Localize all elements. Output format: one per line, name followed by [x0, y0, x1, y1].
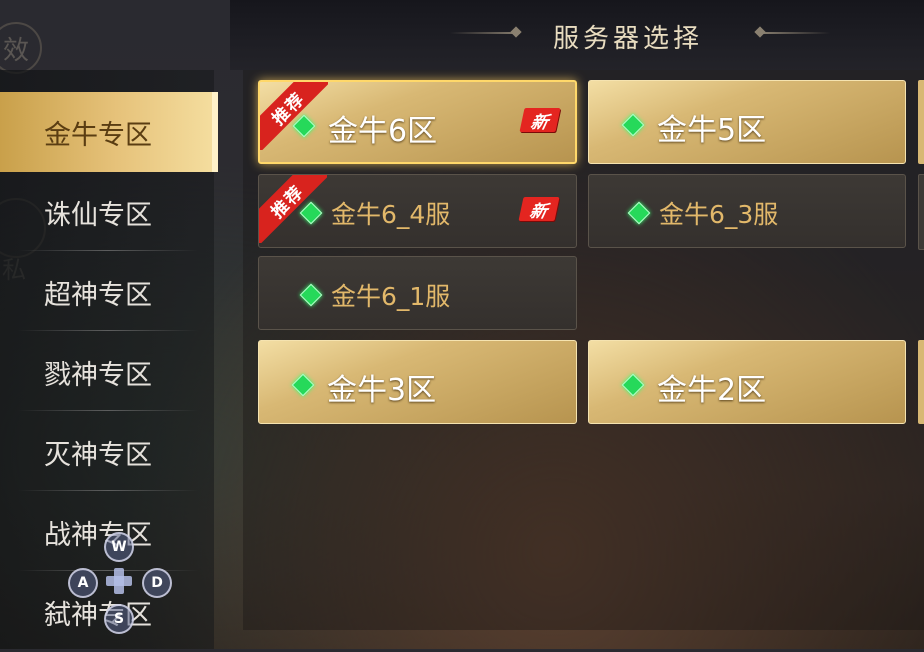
recommend-ribbon-label: 推荐: [260, 82, 328, 150]
sidebar-divider: [18, 250, 198, 251]
sidebar-item-mieshen[interactable]: 灭神专区: [0, 412, 212, 492]
page-title: 服务器选择: [553, 24, 704, 54]
status-online-icon: [299, 283, 323, 307]
sidebar-item-label: 戮神专区: [44, 359, 152, 391]
title-decoration-right: [760, 32, 830, 34]
sidebar-item-zhuxian[interactable]: 诛仙专区: [0, 172, 212, 252]
status-online-icon: [291, 373, 315, 397]
server-button[interactable]: 金牛3区: [258, 340, 577, 424]
server-button[interactable]: 金牛6区 新 推荐: [258, 80, 577, 164]
sidebar-item-lushen[interactable]: 戮神专区: [0, 332, 212, 412]
sidebar-item-label: 战神专区: [44, 519, 152, 551]
sidebar-item-label: 灭神专区: [44, 439, 152, 471]
server-name: 金牛3区: [327, 373, 437, 408]
recommend-ribbon: 推荐: [259, 175, 327, 243]
server-name: 金牛6_1服: [331, 282, 451, 311]
sidebar-item-label: 诛仙专区: [44, 199, 152, 231]
new-badge: 新: [518, 197, 560, 222]
server-button[interactable]: 金牛6_4服 新 推荐: [258, 174, 577, 248]
server-button[interactable]: 金牛6_3服: [588, 174, 906, 248]
server-button[interactable]: 金牛6_1服: [258, 256, 577, 330]
joystick-left-key[interactable]: A: [68, 568, 98, 598]
recommend-ribbon-label: 推荐: [259, 175, 327, 243]
status-online-icon: [627, 201, 651, 225]
status-online-icon: [621, 113, 645, 137]
joystick-right-key[interactable]: D: [142, 568, 172, 598]
server-button-partial[interactable]: [918, 174, 924, 250]
sidebar-divider: [18, 490, 198, 491]
corner-badge: 效: [0, 22, 42, 74]
sidebar-item-zhanshen[interactable]: 战神专区: [0, 492, 212, 572]
sidebar-item-label: 超神专区: [44, 279, 152, 311]
server-name: 金牛2区: [657, 373, 767, 408]
joystick-up-key[interactable]: W: [104, 532, 134, 562]
server-name: 金牛6_4服: [331, 200, 451, 229]
server-button[interactable]: 金牛2区: [588, 340, 906, 424]
server-button-partial[interactable]: [918, 80, 924, 164]
sidebar-divider: [18, 410, 198, 411]
sidebar-divider: [18, 330, 198, 331]
sidebar-item-label: 金牛专区: [44, 119, 152, 151]
server-button-partial[interactable]: [918, 340, 924, 424]
sidebar-item-jinniu[interactable]: 金牛专区: [0, 92, 218, 172]
server-button[interactable]: 金牛5区: [588, 80, 906, 164]
dpad-icon[interactable]: [106, 568, 132, 594]
recommend-ribbon: 推荐: [260, 82, 328, 150]
title-decoration-left: [450, 32, 520, 34]
server-name: 金牛5区: [657, 113, 767, 148]
status-online-icon: [621, 373, 645, 397]
server-name: 金牛6区: [328, 114, 438, 149]
new-badge: 新: [519, 108, 561, 133]
sidebar-item-label: 弑神专区: [44, 599, 152, 631]
sidebar-item-chaoshen[interactable]: 超神专区: [0, 252, 212, 332]
server-name: 金牛6_3服: [659, 200, 779, 229]
joystick-down-key[interactable]: S: [104, 604, 134, 634]
